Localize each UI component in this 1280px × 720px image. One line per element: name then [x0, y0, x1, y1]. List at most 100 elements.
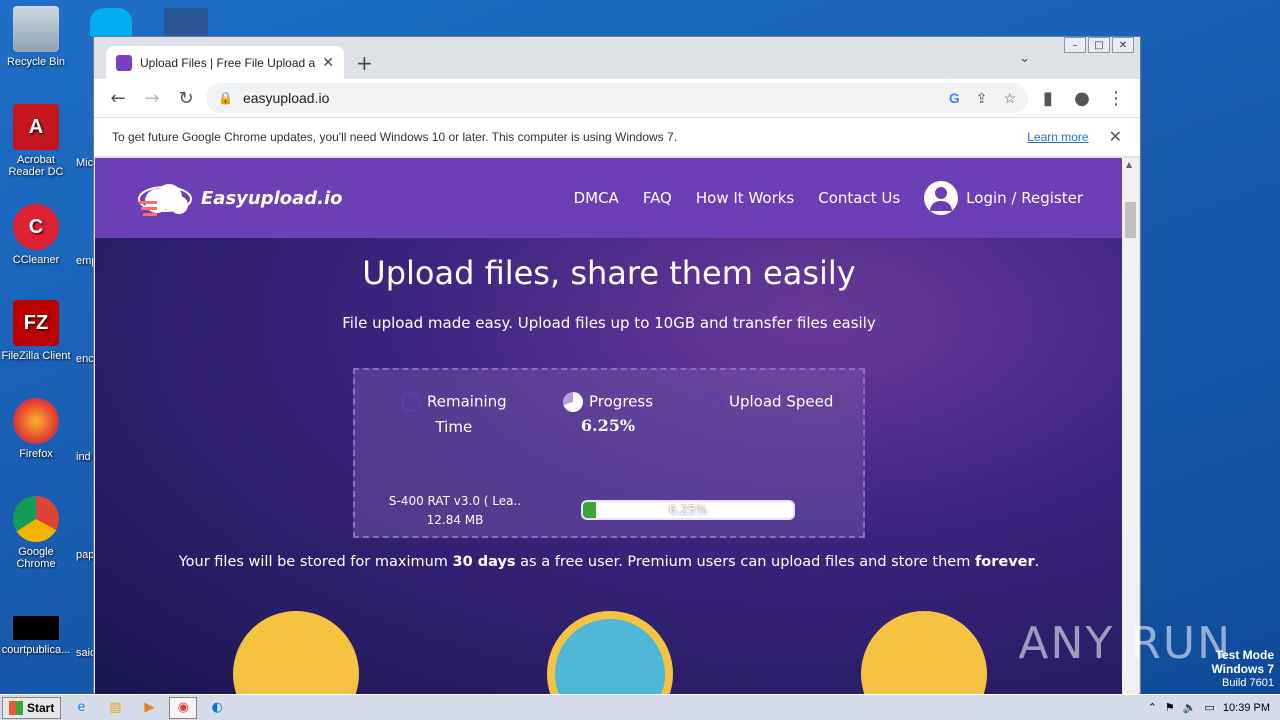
tray-chevron-icon[interactable]: ⌃ — [1148, 701, 1157, 714]
hero-title: Upload files, share them easily — [362, 254, 856, 292]
taskbar: Start e ▤ ▶ ◉ ◐ ⌃ ⚑ 🔈 ▭ 10:39 PM — [0, 694, 1280, 720]
taskbar-explorer-icon[interactable]: ▤ — [101, 697, 129, 719]
cloud-logo-icon — [138, 184, 192, 216]
storage-note: Your files will be stored for maximum 30… — [95, 554, 1123, 570]
browser-toolbar: ← → ↻ 🔒 easyupload.io G ⇪ ☆ ▮ ● ⋮ — [94, 79, 1140, 117]
file-name: S-400 RAT v3.0 ( Lea.. — [388, 494, 522, 508]
site-logo[interactable]: Easyupload.io — [135, 175, 343, 221]
tab-easyupload[interactable]: Upload Files | Free File Upload and T ✕ — [106, 46, 344, 79]
forward-icon[interactable]: → — [138, 84, 166, 112]
tab-title: Upload Files | Free File Upload and T — [140, 55, 316, 70]
side-panel-icon[interactable]: ▮ — [1034, 84, 1062, 112]
nav-how-it-works[interactable]: How It Works — [696, 189, 794, 207]
google-icon[interactable]: G — [949, 90, 960, 107]
desktop-partial-label: enc — [76, 353, 94, 365]
scrollbar-thumb[interactable] — [1125, 202, 1136, 238]
infobar-close-icon[interactable]: ✕ — [1109, 127, 1122, 147]
desktop-icon-label: Acrobat Reader DC — [8, 154, 64, 178]
menu-kebab-icon[interactable]: ⋮ — [1102, 84, 1130, 112]
progress-label: Progress — [589, 392, 654, 411]
word-icon[interactable] — [164, 8, 208, 36]
remaining-label: Remaining — [427, 392, 507, 411]
desktop-icon-label: Recycle Bin — [6, 56, 66, 68]
feature-clock-icon — [547, 611, 673, 695]
scroll-up-icon[interactable]: ▲ — [1126, 160, 1132, 169]
desktop-partial-label: Mic — [76, 157, 94, 169]
build-line: Build 7601 — [1222, 677, 1274, 689]
remaining-time-stat: Remaining Time — [401, 392, 507, 436]
desktop-icon-label: Google Chrome — [16, 546, 56, 570]
desktop-icon-acrobat[interactable]: A Acrobat Reader DC — [0, 104, 72, 178]
speedometer-icon — [703, 392, 723, 412]
desktop-icon-recycle-bin[interactable]: Recycle Bin — [0, 6, 72, 68]
filezilla-icon: FZ — [13, 300, 59, 346]
desktop-icon-chrome[interactable]: Google Chrome — [0, 496, 72, 570]
tab-close-icon[interactable]: ✕ — [322, 54, 334, 71]
page-viewport: Easyupload.io DMCA FAQ How It Works Cont… — [95, 158, 1123, 695]
upload-speed-stat: Upload Speed — [703, 392, 833, 412]
system-tray: ⌃ ⚑ 🔈 ▭ 10:39 PM — [1148, 701, 1280, 715]
anyrun-watermark: ANY RUN — [1018, 618, 1232, 669]
taskbar-edge-icon[interactable]: ◐ — [203, 697, 231, 719]
test-mode-line: Test Mode — [1215, 648, 1274, 662]
storage-note-pre: Your files will be stored for maximum — [178, 554, 453, 570]
clock-icon — [401, 392, 421, 412]
lock-icon[interactable]: 🔒 — [218, 91, 233, 105]
storage-days: 30 days — [452, 554, 516, 570]
taskbar-media-player-icon[interactable]: ▶ — [135, 697, 163, 719]
reload-icon[interactable]: ↻ — [172, 84, 200, 112]
taskbar-chrome-icon[interactable]: ◉ — [169, 696, 198, 719]
desktop-partial-label: ind — [76, 451, 91, 463]
clock-time[interactable]: 10:39 PM — [1223, 702, 1270, 714]
login-register-link[interactable]: Login / Register — [924, 181, 1083, 215]
firefox-icon — [13, 398, 59, 444]
desktop-icon-label: courtpublica... — [1, 644, 71, 656]
url-text: easyupload.io — [242, 90, 330, 106]
chrome-icon — [13, 496, 59, 542]
windows-version-line: Windows 7 — [1211, 662, 1274, 676]
skype-icon[interactable] — [90, 8, 132, 36]
nav-faq[interactable]: FAQ — [643, 189, 672, 207]
hero-subtitle: File upload made easy. Upload files up t… — [342, 314, 876, 332]
feature-puzzle-icon — [861, 611, 987, 695]
new-tab-button[interactable]: + — [356, 51, 373, 75]
file-size: 12.84 MB — [426, 513, 484, 527]
desktop-icon-courtpublica[interactable]: courtpublica... — [0, 616, 72, 656]
address-bar[interactable]: 🔒 easyupload.io G ⇪ ☆ — [206, 83, 1028, 113]
tab-bar: Upload Files | Free File Upload and T ✕ … — [94, 37, 1140, 79]
upload-progress-panel: Remaining Time Progress 6.25% Upload Spe… — [353, 368, 865, 538]
desktop-icon-firefox[interactable]: Firefox — [0, 398, 72, 460]
storage-note-end: . — [1034, 554, 1040, 570]
bookmark-star-icon[interactable]: ☆ — [1003, 90, 1016, 107]
nav-contact-us[interactable]: Contact Us — [818, 189, 900, 207]
start-button[interactable]: Start — [2, 696, 62, 719]
tab-search-icon[interactable]: ⌄ — [1019, 51, 1030, 66]
progress-value: 6.25% — [580, 416, 636, 435]
desktop-icon-ccleaner[interactable]: C CCleaner — [0, 204, 72, 266]
share-icon[interactable]: ⇪ — [976, 90, 988, 107]
logo-text: Easyupload.io — [201, 187, 343, 209]
back-icon[interactable]: ← — [104, 84, 132, 112]
test-mode-notice: Test Mode Windows 7 Build 7601 — [1211, 648, 1274, 690]
taskbar-ie-icon[interactable]: e — [67, 697, 95, 719]
user-avatar-icon — [924, 181, 959, 215]
recycle-bin-icon — [13, 6, 59, 52]
learn-more-link[interactable]: Learn more — [1027, 130, 1088, 144]
file-info: S-400 RAT v3.0 ( Lea.. 12.84 MB — [375, 492, 535, 530]
profile-icon[interactable]: ● — [1068, 84, 1096, 112]
network-icon[interactable]: ▭ — [1205, 701, 1215, 714]
feature-hierarchy-icon — [233, 611, 359, 695]
desktop-icon-label: Firefox — [19, 448, 53, 460]
document-icon — [13, 616, 59, 640]
remaining-label-time: Time — [435, 418, 473, 436]
nav-dmca[interactable]: DMCA — [574, 189, 619, 207]
ccleaner-icon: C — [13, 204, 59, 250]
desktop-icon-filezilla[interactable]: FZ FileZilla Client — [0, 300, 72, 362]
browser-window: – □ ✕ Upload Files | Free File Upload an… — [93, 36, 1141, 695]
login-label: Login / Register — [966, 189, 1083, 207]
upload-progress-bar: 6.25% — [581, 500, 795, 520]
upload-speed-label: Upload Speed — [729, 392, 834, 411]
page-scrollbar[interactable]: ▲ — [1122, 158, 1139, 695]
volume-icon[interactable]: 🔈 — [1183, 701, 1197, 714]
tray-flag-icon[interactable]: ⚑ — [1165, 701, 1175, 714]
